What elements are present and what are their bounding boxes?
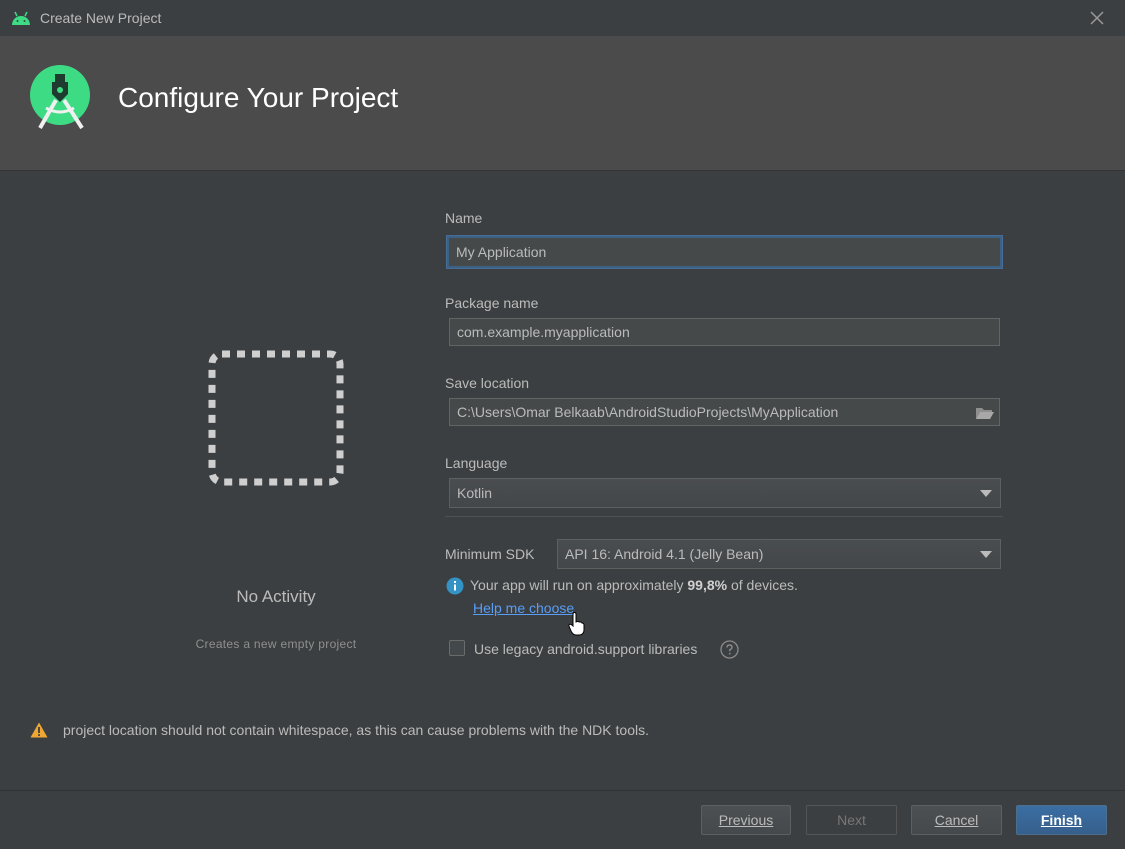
folder-open-icon[interactable]: [975, 405, 995, 421]
chevron-down-icon: [980, 490, 992, 497]
warning-icon: [30, 722, 48, 738]
title-bar: Create New Project: [0, 0, 1125, 36]
minimum-sdk-dropdown[interactable]: API 16: Android 4.1 (Jelly Bean): [557, 539, 1001, 569]
name-field[interactable]: [447, 236, 1002, 268]
package-name-field[interactable]: [449, 318, 1000, 346]
template-description: Creates a new empty project: [195, 637, 357, 651]
next-button[interactable]: Next: [806, 805, 897, 835]
divider: [445, 516, 1003, 517]
android-studio-logo: [30, 65, 90, 130]
android-head-icon: [12, 11, 30, 25]
help-question-icon[interactable]: [720, 640, 739, 659]
empty-template-preview-icon: [208, 350, 344, 486]
page-title: Configure Your Project: [118, 82, 399, 113]
close-icon[interactable]: [1087, 8, 1107, 28]
legacy-support-checkbox[interactable]: [449, 640, 465, 656]
help-me-choose-link[interactable]: Help me choose: [473, 600, 574, 616]
template-name: No Activity: [236, 587, 316, 606]
package-name-label: Package name: [445, 295, 539, 311]
language-label: Language: [445, 455, 508, 471]
finish-button[interactable]: Finish: [1016, 805, 1107, 835]
legacy-support-label[interactable]: Use legacy android.support libraries: [474, 641, 697, 657]
device-coverage-text: Your app will run on approximately 99,8%…: [470, 577, 798, 593]
footer-divider: [0, 790, 1125, 791]
save-location-label: Save location: [445, 375, 530, 391]
wizard-header: Configure Your Project: [0, 36, 1125, 171]
cancel-button[interactable]: Cancel: [911, 805, 1002, 835]
hand-cursor-icon: [568, 612, 585, 636]
window-title: Create New Project: [40, 10, 162, 26]
save-location-field[interactable]: [449, 398, 1000, 426]
name-label: Name: [445, 210, 483, 226]
warning-message: project location should not contain whit…: [63, 722, 649, 738]
language-dropdown[interactable]: Kotlin: [449, 478, 1001, 508]
previous-button[interactable]: Previous: [701, 805, 791, 835]
device-coverage-percent: 99,8%: [687, 577, 728, 593]
minimum-sdk-label: Minimum SDK: [445, 546, 535, 562]
info-icon: [446, 577, 464, 595]
minimum-sdk-value: API 16: Android 4.1 (Jelly Bean): [565, 546, 764, 562]
language-value: Kotlin: [457, 485, 493, 501]
chevron-down-icon: [980, 551, 992, 558]
